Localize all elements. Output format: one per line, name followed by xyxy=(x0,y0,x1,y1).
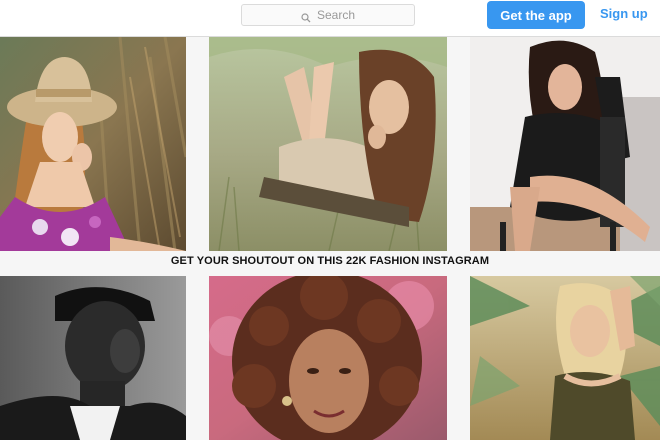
shoutout-banner-text: GET YOUR SHOUTOUT ON THIS 22K FASHION IN… xyxy=(170,255,490,267)
page: Search Get the app Sign up GET YOUR SHOU… xyxy=(0,0,660,440)
sign-up-link[interactable]: Sign up xyxy=(600,6,648,21)
photo-tile-woman-lying-grass[interactable] xyxy=(209,37,447,251)
search-input[interactable]: Search xyxy=(241,4,415,26)
photo-tile-woman-black-dress-chair[interactable] xyxy=(470,37,660,251)
photo-tile-man-bw-portrait[interactable] xyxy=(0,276,186,440)
search-placeholder: Search xyxy=(316,8,356,22)
get-the-app-button[interactable]: Get the app xyxy=(487,1,585,29)
photo-tile-woman-blonde-palms[interactable] xyxy=(470,276,660,440)
photo-tile-woman-straw-hat[interactable] xyxy=(0,37,186,251)
search-icon xyxy=(301,10,311,23)
top-nav-bar: Search Get the app Sign up xyxy=(0,0,660,37)
photo-tile-woman-curly-hair[interactable] xyxy=(209,276,447,440)
